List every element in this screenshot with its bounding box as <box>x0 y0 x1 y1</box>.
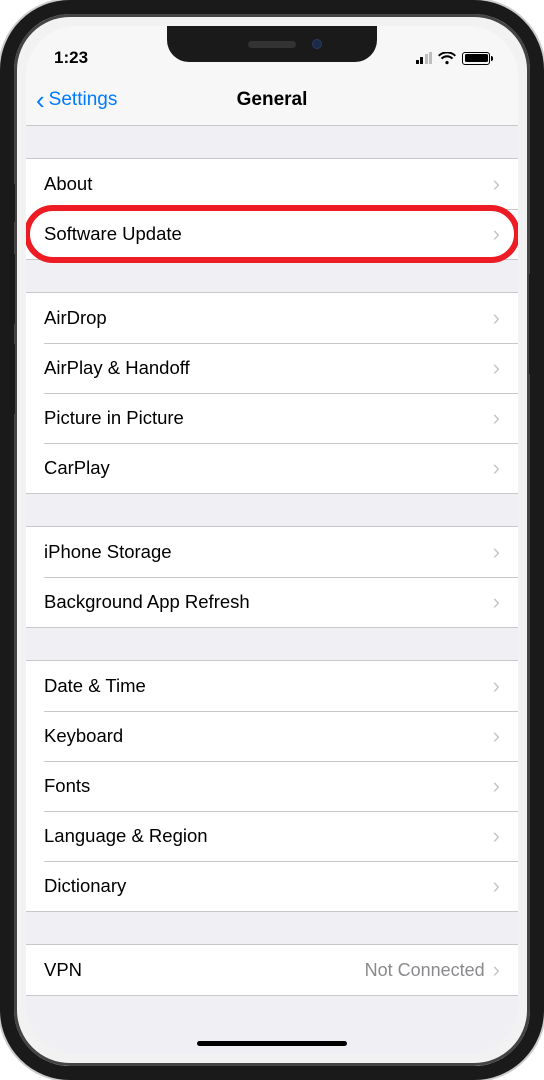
row-accessory: › <box>493 223 500 245</box>
row-accessory: Not Connected › <box>365 959 500 981</box>
row-accessory: › <box>493 675 500 697</box>
chevron-right-icon: › <box>493 775 500 797</box>
chevron-right-icon: › <box>493 875 500 897</box>
chevron-right-icon: › <box>493 541 500 563</box>
row-picture-in-picture[interactable]: Picture in Picture › <box>26 393 518 443</box>
row-accessory: › <box>493 541 500 563</box>
row-accessory: › <box>493 173 500 195</box>
chevron-right-icon: › <box>493 223 500 245</box>
row-label: AirDrop <box>44 307 107 329</box>
volume-down-button <box>11 344 15 414</box>
row-airplay-handoff[interactable]: AirPlay & Handoff › <box>26 343 518 393</box>
screen: 1:23 ‹ Settings General About › <box>26 26 518 1054</box>
row-value: Not Connected <box>365 960 485 981</box>
phone-frame: 1:23 ‹ Settings General About › <box>0 0 544 1080</box>
row-label: AirPlay & Handoff <box>44 357 190 379</box>
row-background-app-refresh[interactable]: Background App Refresh › <box>26 577 518 627</box>
back-button[interactable]: ‹ Settings <box>36 87 117 113</box>
row-label: Language & Region <box>44 825 208 847</box>
row-accessory: › <box>493 775 500 797</box>
row-carplay[interactable]: CarPlay › <box>26 443 518 493</box>
chevron-right-icon: › <box>493 457 500 479</box>
row-label: Background App Refresh <box>44 591 250 613</box>
chevron-right-icon: › <box>493 959 500 981</box>
volume-up-button <box>11 254 15 324</box>
home-indicator[interactable] <box>197 1041 347 1046</box>
row-about[interactable]: About › <box>26 159 518 209</box>
speaker <box>248 41 296 48</box>
chevron-right-icon: › <box>493 591 500 613</box>
row-accessory: › <box>493 357 500 379</box>
chevron-right-icon: › <box>493 725 500 747</box>
settings-section: About › Software Update › <box>26 158 518 260</box>
row-date-time[interactable]: Date & Time › <box>26 661 518 711</box>
row-iphone-storage[interactable]: iPhone Storage › <box>26 527 518 577</box>
row-airdrop[interactable]: AirDrop › <box>26 293 518 343</box>
cellular-signal-icon <box>416 52 433 64</box>
row-accessory: › <box>493 591 500 613</box>
battery-icon <box>462 52 490 65</box>
status-indicators <box>416 52 491 65</box>
navigation-bar: ‹ Settings General <box>26 74 518 126</box>
chevron-right-icon: › <box>493 307 500 329</box>
notch <box>167 26 377 62</box>
front-camera <box>312 39 322 49</box>
settings-section: Date & Time›Keyboard›Fonts›Language & Re… <box>26 660 518 912</box>
row-label: Dictionary <box>44 875 126 897</box>
page-title: General <box>237 89 308 111</box>
settings-content[interactable]: About›Software Update›AirDrop›AirPlay & … <box>26 126 518 1054</box>
row-accessory: › <box>493 407 500 429</box>
settings-section: AirDrop›AirPlay & Handoff›Picture in Pic… <box>26 292 518 494</box>
chevron-right-icon: › <box>493 173 500 195</box>
row-label: iPhone Storage <box>44 541 172 563</box>
row-label: About <box>44 173 92 195</box>
row-software-update[interactable]: Software Update › <box>26 209 518 259</box>
back-label: Settings <box>49 89 118 111</box>
settings-section: VPN Not Connected › <box>26 944 518 996</box>
row-label: Software Update <box>44 223 182 245</box>
row-label: Keyboard <box>44 725 123 747</box>
row-accessory: › <box>493 825 500 847</box>
row-label: VPN <box>44 959 82 981</box>
row-language-region[interactable]: Language & Region › <box>26 811 518 861</box>
chevron-right-icon: › <box>493 357 500 379</box>
row-label: Date & Time <box>44 675 146 697</box>
row-accessory: › <box>493 725 500 747</box>
chevron-right-icon: › <box>493 825 500 847</box>
chevron-left-icon: ‹ <box>36 87 45 113</box>
row-accessory: › <box>493 457 500 479</box>
mute-switch <box>11 184 15 222</box>
row-accessory: › <box>493 307 500 329</box>
row-vpn[interactable]: VPN Not Connected › <box>26 945 518 995</box>
status-time: 1:23 <box>54 48 88 68</box>
power-button <box>529 274 533 374</box>
row-dictionary[interactable]: Dictionary › <box>26 861 518 911</box>
row-accessory: › <box>493 875 500 897</box>
row-label: Fonts <box>44 775 90 797</box>
wifi-icon <box>438 52 456 65</box>
row-label: CarPlay <box>44 457 110 479</box>
row-fonts[interactable]: Fonts › <box>26 761 518 811</box>
chevron-right-icon: › <box>493 675 500 697</box>
row-label: Picture in Picture <box>44 407 184 429</box>
row-keyboard[interactable]: Keyboard › <box>26 711 518 761</box>
settings-section: iPhone Storage › Background App Refresh › <box>26 526 518 628</box>
chevron-right-icon: › <box>493 407 500 429</box>
